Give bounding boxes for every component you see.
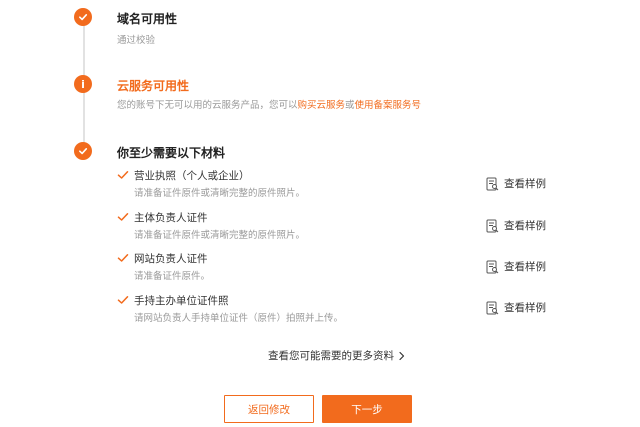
use-filing-service-link[interactable]: 使用备案服务号	[355, 100, 422, 111]
material-2-example-link[interactable]: 查看样例	[486, 218, 546, 233]
material-4-check-icon	[117, 296, 129, 304]
material-4-example-label: 查看样例	[504, 302, 546, 314]
progress-rail-2	[83, 92, 85, 142]
document-icon	[486, 260, 499, 273]
document-icon	[486, 177, 499, 190]
more-materials-link[interactable]: 查看您可能需要的更多资料	[268, 348, 406, 363]
material-3-title: 网站负责人证件	[134, 253, 208, 265]
next-step-button[interactable]: 下一步	[322, 395, 412, 423]
progress-rail-1	[83, 26, 85, 75]
step-1-desc: 通过校验	[117, 35, 156, 46]
material-3-check-icon	[117, 254, 129, 262]
more-materials-label: 查看您可能需要的更多资料	[268, 350, 394, 362]
step-2-info-icon: i	[74, 75, 92, 93]
material-2-check-icon	[117, 213, 129, 221]
material-2-desc: 请准备证件原件或清晰完整的原件照片。	[134, 230, 306, 241]
step-3-title: 你至少需要以下材料	[117, 146, 226, 160]
material-1-check-icon	[117, 171, 129, 179]
step-1-check-icon	[74, 8, 92, 26]
document-icon	[486, 301, 499, 314]
step-2-desc-text: 您的账号下无可以用的云服务产品，您可以	[117, 100, 298, 111]
material-4-example-link[interactable]: 查看样例	[486, 300, 546, 315]
material-1-example-link[interactable]: 查看样例	[486, 176, 546, 191]
material-1-example-label: 查看样例	[504, 178, 546, 190]
material-4-desc: 请网站负责人手持单位证件（原件）拍照并上传。	[134, 313, 344, 324]
buy-cloud-service-link[interactable]: 购买云服务	[298, 100, 346, 111]
document-icon	[486, 219, 499, 232]
step-2-desc: 您的账号下无可以用的云服务产品，您可以购买云服务或使用备案服务号	[117, 97, 421, 111]
chevron-right-icon	[399, 351, 405, 360]
material-3-example-label: 查看样例	[504, 261, 546, 273]
material-1-title: 营业执照（个人或企业）	[134, 170, 250, 182]
material-4-title: 手持主办单位证件照	[134, 295, 229, 307]
step-2-desc-or: 或	[345, 100, 355, 111]
back-modify-button[interactable]: 返回修改	[224, 395, 314, 423]
material-2-example-label: 查看样例	[504, 220, 546, 232]
step-2-title: 云服务可用性	[117, 79, 190, 93]
material-3-example-link[interactable]: 查看样例	[486, 259, 546, 274]
step-1-title: 域名可用性	[117, 12, 178, 26]
material-3-desc: 请准备证件原件。	[134, 271, 211, 282]
material-2-title: 主体负责人证件	[134, 212, 208, 224]
material-1-desc: 请准备证件原件或清晰完整的原件照片。	[134, 188, 306, 199]
step-3-check-icon	[74, 142, 92, 160]
